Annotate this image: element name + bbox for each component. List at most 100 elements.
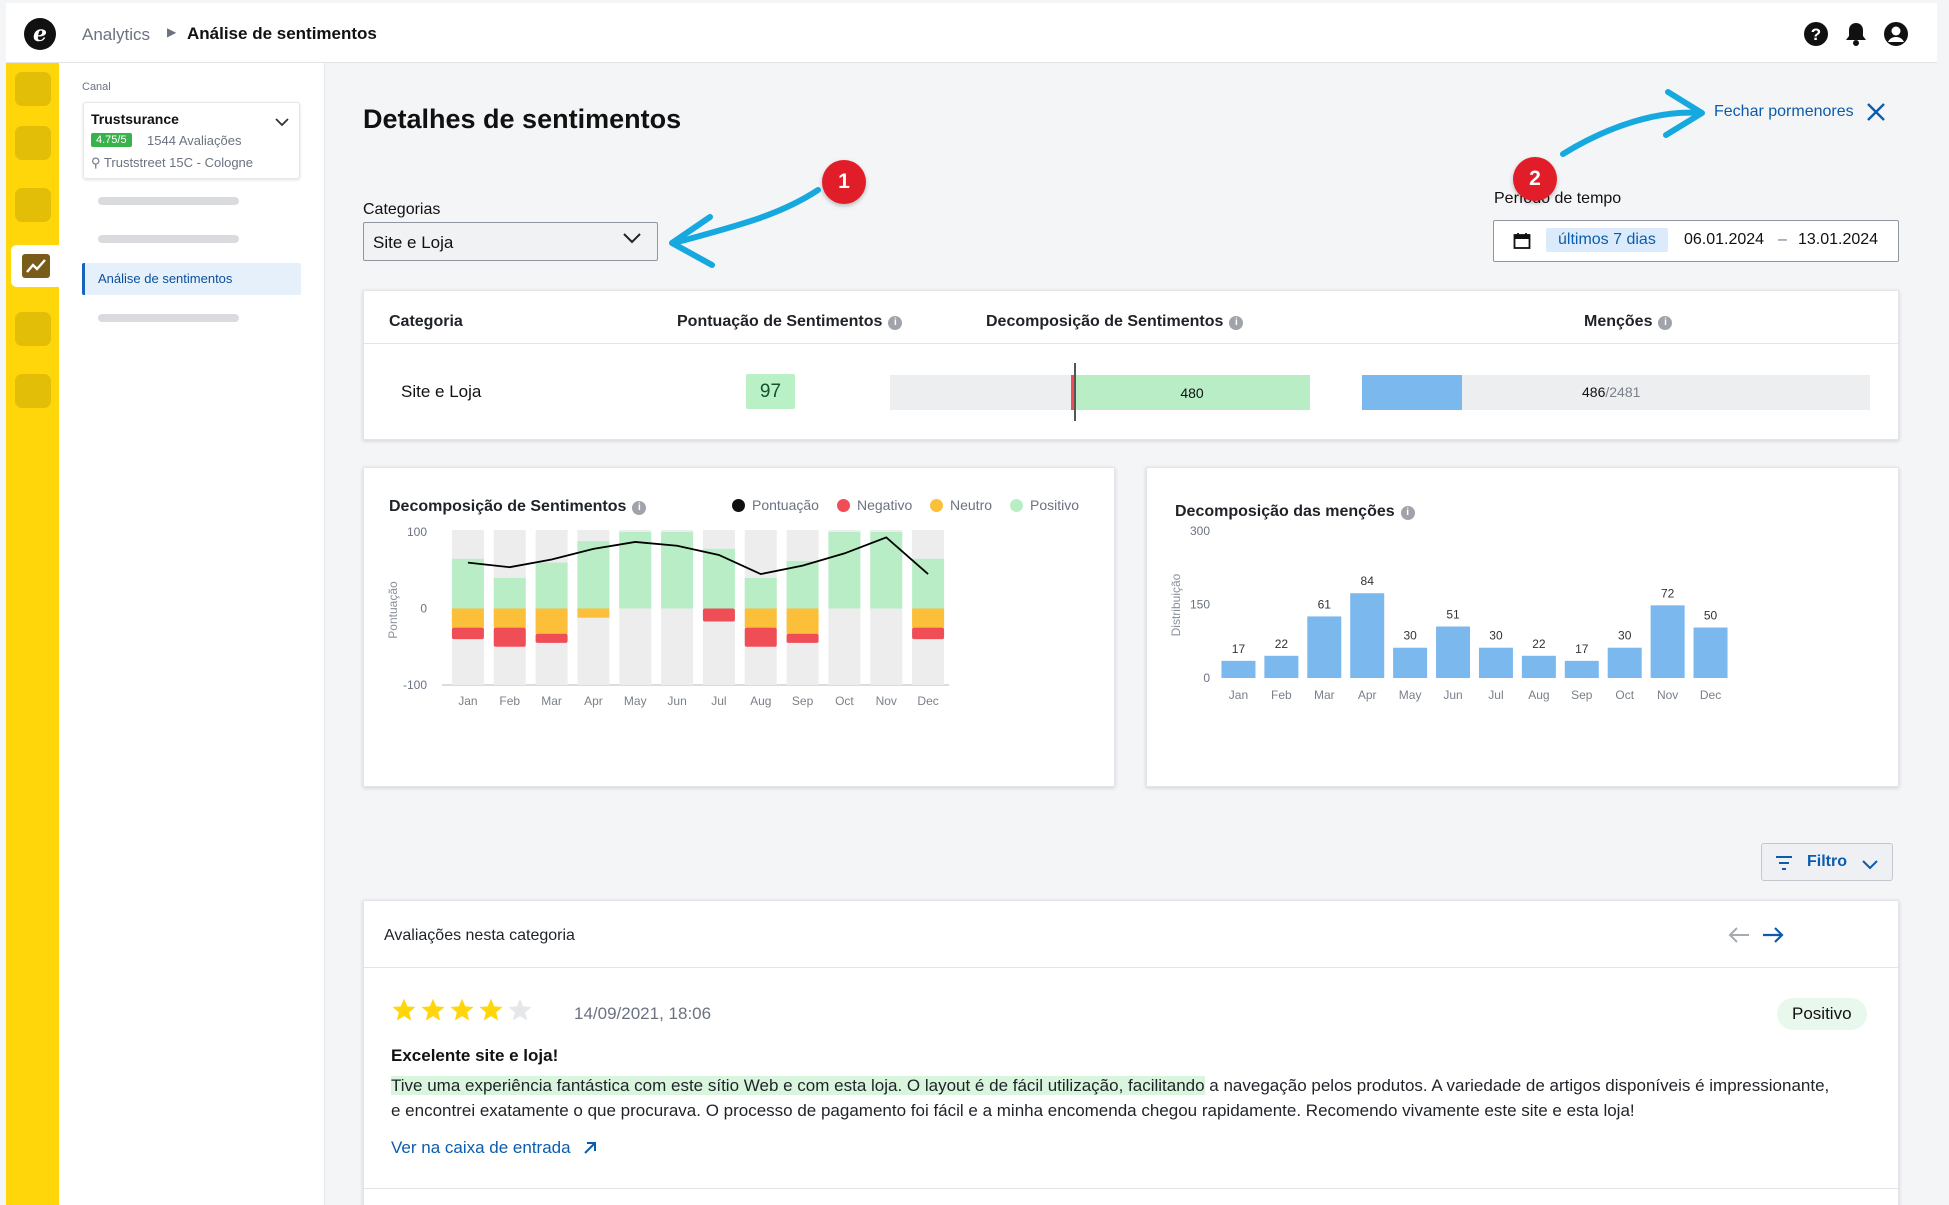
close-details-link[interactable]: Fechar pormenores <box>1714 103 1854 121</box>
annotation-marker-1: 1 <box>822 160 866 204</box>
view-inbox-label: Ver na caixa de entrada <box>391 1138 571 1157</box>
rail-item[interactable] <box>15 312 51 346</box>
arrow-right-icon[interactable] <box>1762 927 1784 948</box>
y-tick-label: 100 <box>407 525 427 539</box>
column-header-category: Categoria <box>389 313 463 331</box>
bar-negative <box>702 608 735 622</box>
x-tick-label: Dec <box>917 694 938 708</box>
x-tick-label: Mar <box>541 694 562 708</box>
bar <box>1393 647 1428 678</box>
bar <box>1307 616 1342 678</box>
close-icon[interactable] <box>1865 101 1887 128</box>
x-tick-label: May <box>624 694 647 708</box>
reviews-card: Avaliações nesta categoria 14/09/2021, 1… <box>363 900 1899 1205</box>
breadcrumb-current: Análise de sentimentos <box>187 24 377 43</box>
nav-item-sentiment-analysis[interactable]: Análise de sentimentos <box>82 263 301 295</box>
user-icon[interactable] <box>1883 21 1909 47</box>
help-icon[interactable]: ? <box>1803 21 1829 47</box>
data-label: 61 <box>1318 597 1332 611</box>
chevron-down-icon <box>275 114 289 132</box>
mentions-chart-card: Decomposição das menções i 300 150 0 Distrib… <box>1146 467 1899 787</box>
data-label: 30 <box>1403 629 1417 643</box>
x-tick-label: Jul <box>711 694 726 708</box>
bar-positive <box>661 532 694 609</box>
data-label: 22 <box>1532 637 1546 651</box>
info-icon[interactable]: i <box>888 316 903 330</box>
bar-neutral <box>912 608 945 628</box>
data-label: 17 <box>1575 642 1589 656</box>
review-headline: Excelente site e loja! <box>391 1046 559 1065</box>
category-select[interactable]: Site e Loja <box>363 222 658 261</box>
breakdown-zero-marker <box>1074 363 1076 421</box>
star-filled-icon <box>450 998 474 1021</box>
mentions-value: 486/2481 <box>1582 384 1640 400</box>
nav-placeholder <box>98 197 239 205</box>
bar-neutral <box>786 608 819 634</box>
annotation-arrows <box>669 89 1705 268</box>
bar <box>1221 660 1256 678</box>
chevron-down-icon <box>623 232 641 250</box>
app-logo[interactable]: e <box>24 18 56 50</box>
bar-negative <box>744 627 777 647</box>
y-axis-label: Pontuação <box>386 581 400 639</box>
mentions-count: 486 <box>1582 384 1606 400</box>
bar-negative <box>912 627 945 640</box>
bar <box>1436 626 1471 678</box>
x-tick-label: Jan <box>458 694 477 708</box>
info-icon[interactable]: i <box>1658 316 1673 330</box>
star-filled-icon <box>392 998 416 1021</box>
data-label: 84 <box>1361 574 1375 588</box>
header-text: Menções <box>1584 313 1653 330</box>
bar-positive <box>451 558 484 609</box>
y-axis-label: Distribuição <box>1169 573 1183 636</box>
svg-text:?: ? <box>1811 25 1821 44</box>
x-tick-label: Apr <box>1358 688 1377 702</box>
date-separator: – <box>1778 231 1787 248</box>
rail-item[interactable] <box>15 374 51 408</box>
canal-label: Canal <box>82 81 111 93</box>
x-tick-label: Jun <box>1443 688 1462 702</box>
y-tick-label: -100 <box>403 678 427 692</box>
view-inbox-link[interactable]: Ver na caixa de entrada <box>391 1138 597 1160</box>
header-text: Pontuação de Sentimentos <box>677 313 883 330</box>
table-divider <box>364 343 1898 344</box>
canal-selector[interactable]: Trustsurance 4.75/5 1544 Avaliações ⚲ Tr… <box>83 102 300 179</box>
x-tick-label: Oct <box>1615 688 1634 702</box>
reviews-divider <box>364 967 1898 968</box>
category-label: Categorias <box>363 201 441 218</box>
bar-positive <box>535 562 568 609</box>
mentions-total: /2481 <box>1605 384 1641 400</box>
nav-placeholder <box>98 314 239 322</box>
rail-item[interactable] <box>15 188 51 222</box>
annotation-marker-2: 2 <box>1513 157 1557 201</box>
bar <box>1478 647 1513 678</box>
header-text: Categoria <box>389 313 463 330</box>
x-tick-label: Feb <box>499 694 520 708</box>
top-bar: e Analytics ▶ Análise de sentimentos ? <box>6 3 1937 63</box>
canal-name: Trustsurance <box>91 111 179 127</box>
bell-icon[interactable] <box>1843 21 1869 47</box>
review-text-highlight: Tive uma experiência fantástica com este… <box>391 1076 1205 1095</box>
rail-item-analytics[interactable] <box>11 245 60 287</box>
x-tick-label: Jan <box>1229 688 1248 702</box>
date-to: 13.01.2024 <box>1798 231 1879 248</box>
breadcrumb-analytics[interactable]: Analytics <box>82 25 150 45</box>
bar-neutral <box>535 608 568 634</box>
y-tick-label: 0 <box>420 602 427 616</box>
x-tick-label: Nov <box>876 694 897 708</box>
mentions-bar-fill <box>1362 375 1462 410</box>
y-tick-label: 150 <box>1190 598 1210 612</box>
filter-button[interactable]: Filtro <box>1761 843 1893 881</box>
info-icon[interactable]: i <box>1229 316 1244 330</box>
x-tick-label: Apr <box>584 694 603 708</box>
bar <box>1564 660 1599 678</box>
reviews-count: 1544 Avaliações <box>147 133 242 148</box>
rail-item[interactable] <box>15 72 51 106</box>
y-tick-label: 300 <box>1190 524 1210 538</box>
x-tick-label: Jul <box>1488 688 1503 702</box>
bar-positive <box>744 577 777 609</box>
bar-positive <box>828 532 861 609</box>
review-text: Tive uma experiência fantástica com este… <box>391 1073 1831 1123</box>
arrow-left-icon[interactable] <box>1728 927 1750 948</box>
rail-item[interactable] <box>15 126 51 160</box>
